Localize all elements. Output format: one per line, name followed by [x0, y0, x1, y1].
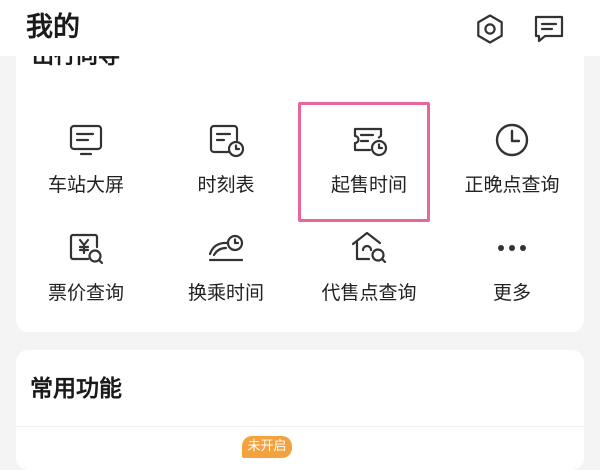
delay-query-label: 正晚点查询 — [464, 174, 560, 196]
agent-search-icon — [349, 228, 389, 268]
divider — [16, 426, 584, 427]
delay-query-item[interactable]: 正晚点查询 — [442, 120, 582, 216]
fare-query-item[interactable]: 票价查询 — [16, 228, 156, 324]
ticket-clock-icon — [349, 120, 389, 160]
transfer-time-label: 换乘时间 — [187, 282, 264, 304]
app-header: 我的 — [0, 0, 600, 56]
monitor-icon — [66, 120, 106, 160]
transfer-clock-icon — [206, 228, 246, 268]
agent-query-item[interactable]: 代售点查询 — [299, 228, 439, 324]
common-functions-title: 常用功能 — [30, 376, 122, 402]
station-screen-item[interactable]: 车站大屏 — [16, 120, 156, 216]
sale-time-label: 起售时间 — [330, 174, 407, 196]
timetable-label: 时刻表 — [197, 174, 255, 196]
travel-guide-card: 出行向导 车站大屏 时刻表 起售时间 正晚点查询 票价查询 换乘时间 代售点查询… — [16, 28, 584, 332]
fare-query-label: 票价查询 — [47, 282, 124, 304]
station-screen-label: 车站大屏 — [47, 174, 124, 196]
message-icon[interactable] — [532, 12, 566, 46]
not-enabled-badge: 未开启 — [242, 436, 292, 458]
common-functions-card: 常用功能 未开启 — [16, 350, 584, 470]
more-icon — [492, 228, 532, 268]
timetable-icon — [206, 120, 246, 160]
timetable-item[interactable]: 时刻表 — [156, 120, 296, 216]
more-item[interactable]: 更多 — [442, 228, 582, 324]
sale-time-item[interactable]: 起售时间 — [299, 120, 439, 216]
transfer-time-item[interactable]: 换乘时间 — [156, 228, 296, 324]
clock-icon — [492, 120, 532, 160]
page-title: 我的 — [26, 12, 80, 43]
gear-icon[interactable] — [473, 12, 507, 46]
agent-query-label: 代售点查询 — [321, 282, 417, 304]
price-search-icon — [66, 228, 106, 268]
more-label: 更多 — [492, 282, 531, 304]
